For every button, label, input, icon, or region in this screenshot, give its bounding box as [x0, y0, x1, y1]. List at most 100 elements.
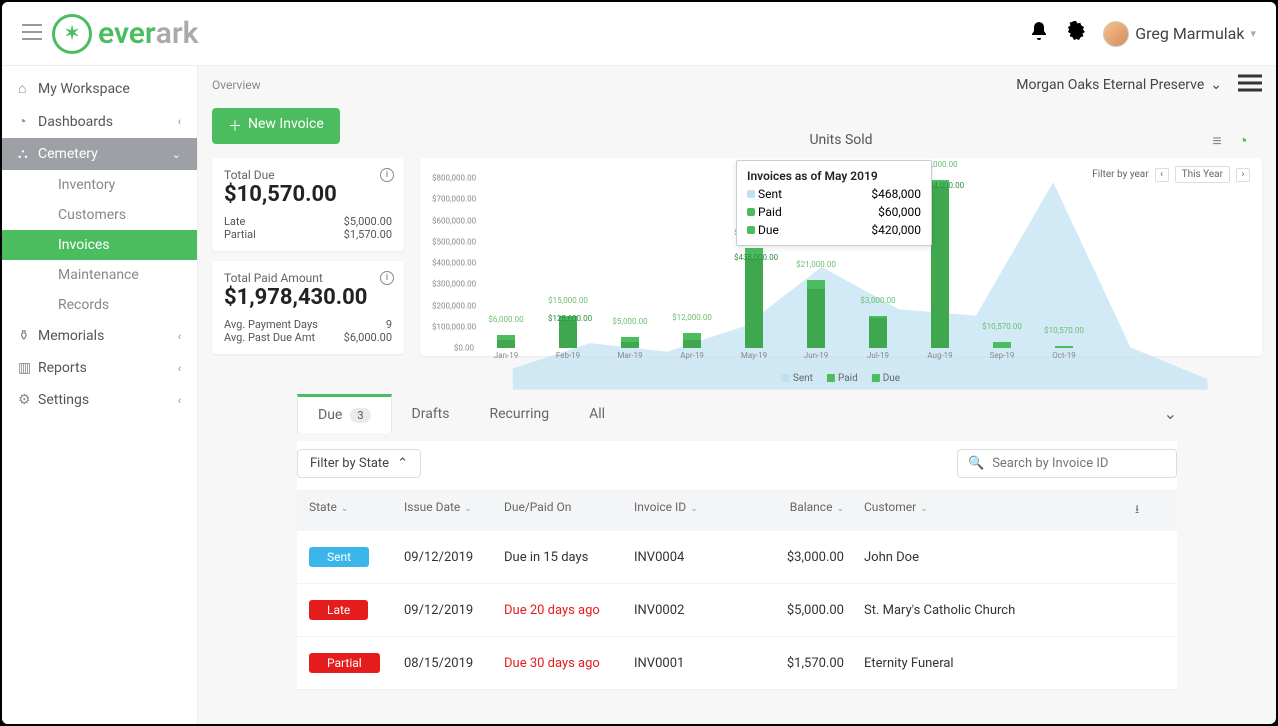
sort-icon[interactable]: ⌄: [690, 504, 698, 514]
bar-due: [497, 340, 515, 349]
row-value: 9: [386, 318, 392, 331]
chart-icon: ▥: [18, 360, 38, 376]
invoice-table: Filter by State⌃ 🔍 State⌄ Issue Date⌄ Du…: [297, 441, 1177, 690]
page-menu-icon[interactable]: [1238, 74, 1262, 96]
total-due-card: i Total Due $10,570.00 Late$5,000.00 Par…: [212, 158, 404, 251]
y-tick: $0.00: [432, 344, 474, 353]
chevron-left-icon: ‹: [178, 362, 181, 375]
col-customer: Customer: [864, 500, 916, 514]
table-row[interactable]: Late 09/12/2019 Due 20 days ago INV0002 …: [297, 584, 1177, 637]
pie-icon: ◔: [18, 113, 38, 130]
org-name: Morgan Oaks Eternal Preserve: [1016, 77, 1204, 93]
y-tick: $400,000.00: [432, 259, 474, 268]
tip-label: Sent: [758, 187, 782, 201]
card-title: Total Due: [224, 168, 392, 182]
tab-recurring[interactable]: Recurring: [469, 396, 569, 432]
user-menu[interactable]: Greg Marmulak ▾: [1103, 21, 1256, 47]
sidebar-item-cemetery[interactable]: ⛬Cemetery⌄: [2, 138, 197, 170]
memorial-icon: ⚱: [18, 328, 38, 344]
app-header: ✶ everark Greg Marmulak ▾: [2, 2, 1276, 66]
search-input[interactable]: [992, 456, 1166, 471]
brand-logo: ✶ everark: [52, 14, 198, 54]
tab-all[interactable]: All: [569, 396, 625, 432]
sidebar-item-label: Cemetery: [38, 146, 172, 162]
org-selector[interactable]: Morgan Oaks Eternal Preserve⌄: [1016, 77, 1222, 93]
y-tick: $800,000.00: [432, 174, 474, 183]
sidebar-item-settings[interactable]: ⚙Settings‹: [2, 384, 197, 416]
y-tick: $100,000.00: [432, 322, 474, 331]
x-tick: Oct-19: [1052, 351, 1076, 360]
gear-icon[interactable]: [1065, 20, 1087, 47]
tab-drafts[interactable]: Drafts: [392, 396, 470, 432]
info-icon[interactable]: i: [380, 168, 394, 182]
cell-due: Due 20 days ago: [504, 603, 634, 618]
card-title: Total Paid Amount: [224, 271, 392, 285]
bar-label: $21,000.00: [796, 260, 836, 269]
tab-due[interactable]: Due3: [297, 394, 392, 433]
x-tick: Jul-19: [867, 351, 889, 360]
sidebar-item-label: Dashboards: [38, 114, 178, 130]
bar-due: [621, 342, 639, 348]
sidebar-item-label: Reports: [38, 360, 178, 376]
sidebar-sub-invoices[interactable]: Invoices: [2, 230, 197, 260]
x-tick: Apr-19: [680, 351, 704, 360]
brand-text-b: ark: [156, 16, 199, 51]
gear-icon: ⚙: [18, 392, 38, 408]
y-tick: $600,000.00: [432, 216, 474, 225]
sidebar-item-label: Settings: [38, 392, 178, 408]
download-icon[interactable]: ⭳: [1135, 500, 1165, 521]
info-icon[interactable]: i: [380, 271, 394, 285]
sidebar-sub-records[interactable]: Records: [2, 290, 197, 320]
sidebar-sub-maintenance[interactable]: Maintenance: [2, 260, 197, 290]
tip-value: $420,000: [871, 223, 921, 237]
breadcrumb: Overview: [212, 78, 261, 92]
sidebar-item-dashboards[interactable]: ◔Dashboards‹: [2, 105, 197, 138]
sort-icon[interactable]: ⌄: [341, 504, 349, 514]
tip-value: $468,000: [871, 187, 921, 201]
sidebar-item-workspace[interactable]: ⌂My Workspace: [2, 72, 197, 105]
bar-label: $128,600.00: [548, 314, 588, 323]
bar-label: $6,000.00: [486, 315, 526, 324]
sort-icon[interactable]: ⌄: [920, 504, 928, 514]
chevron-down-icon: ▾: [1250, 27, 1256, 40]
x-tick: Jun-19: [804, 351, 828, 360]
sort-icon[interactable]: ⌄: [464, 504, 472, 514]
tab-badge: 3: [350, 408, 370, 423]
row-value: $6,000.00: [344, 331, 392, 344]
x-tick: May-19: [741, 351, 767, 360]
expand-icon[interactable]: ⌄: [1164, 404, 1177, 423]
sidebar-item-reports[interactable]: ▥Reports‹: [2, 352, 197, 384]
sidebar-item-label: My Workspace: [38, 81, 181, 97]
col-id: Invoice ID: [634, 500, 686, 514]
search-box[interactable]: 🔍: [957, 449, 1177, 478]
menu-icon[interactable]: [22, 24, 42, 44]
pie-icon[interactable]: ◔: [1234, 132, 1252, 150]
sidebar-item-memorials[interactable]: ⚱Memorials‹: [2, 320, 197, 352]
bar-paid: [1055, 346, 1073, 348]
y-tick: $500,000.00: [432, 237, 474, 246]
table-row[interactable]: Sent 09/12/2019 Due in 15 days INV0004 $…: [297, 531, 1177, 584]
bar-due: [745, 259, 763, 348]
cell-customer: St. Mary's Catholic Church: [864, 603, 1135, 618]
logo-mark-icon: ✶: [52, 14, 92, 54]
x-tick: Feb-19: [556, 351, 580, 360]
state-chip: Late: [309, 600, 368, 620]
sort-icon[interactable]: ⌄: [836, 504, 844, 514]
bar-label: $5,000.00: [610, 317, 650, 326]
filter-state-label: Filter by State: [310, 456, 389, 471]
sidebar-sub-inventory[interactable]: Inventory: [2, 170, 197, 200]
data-icon[interactable]: ≡: [1208, 132, 1226, 150]
filter-state-button[interactable]: Filter by State⌃: [297, 449, 421, 478]
bar-label: $10,570.00: [982, 322, 1022, 331]
sidebar-sub-customers[interactable]: Customers: [2, 200, 197, 230]
table-row[interactable]: Partial 08/15/2019 Due 30 days ago INV00…: [297, 637, 1177, 690]
card-amount: $1,978,430.00: [224, 285, 392, 310]
bar-due: [869, 318, 887, 348]
card-amount: $10,570.00: [224, 182, 392, 207]
new-invoice-button[interactable]: ＋New Invoice: [212, 108, 340, 144]
col-issue: Issue Date: [404, 500, 460, 514]
home-icon: ⌂: [18, 80, 38, 97]
bell-icon[interactable]: [1029, 20, 1049, 47]
bar-due: [559, 320, 577, 348]
chart-tooltip: Invoices as of May 2019 Sent$468,000Paid…: [736, 160, 932, 246]
